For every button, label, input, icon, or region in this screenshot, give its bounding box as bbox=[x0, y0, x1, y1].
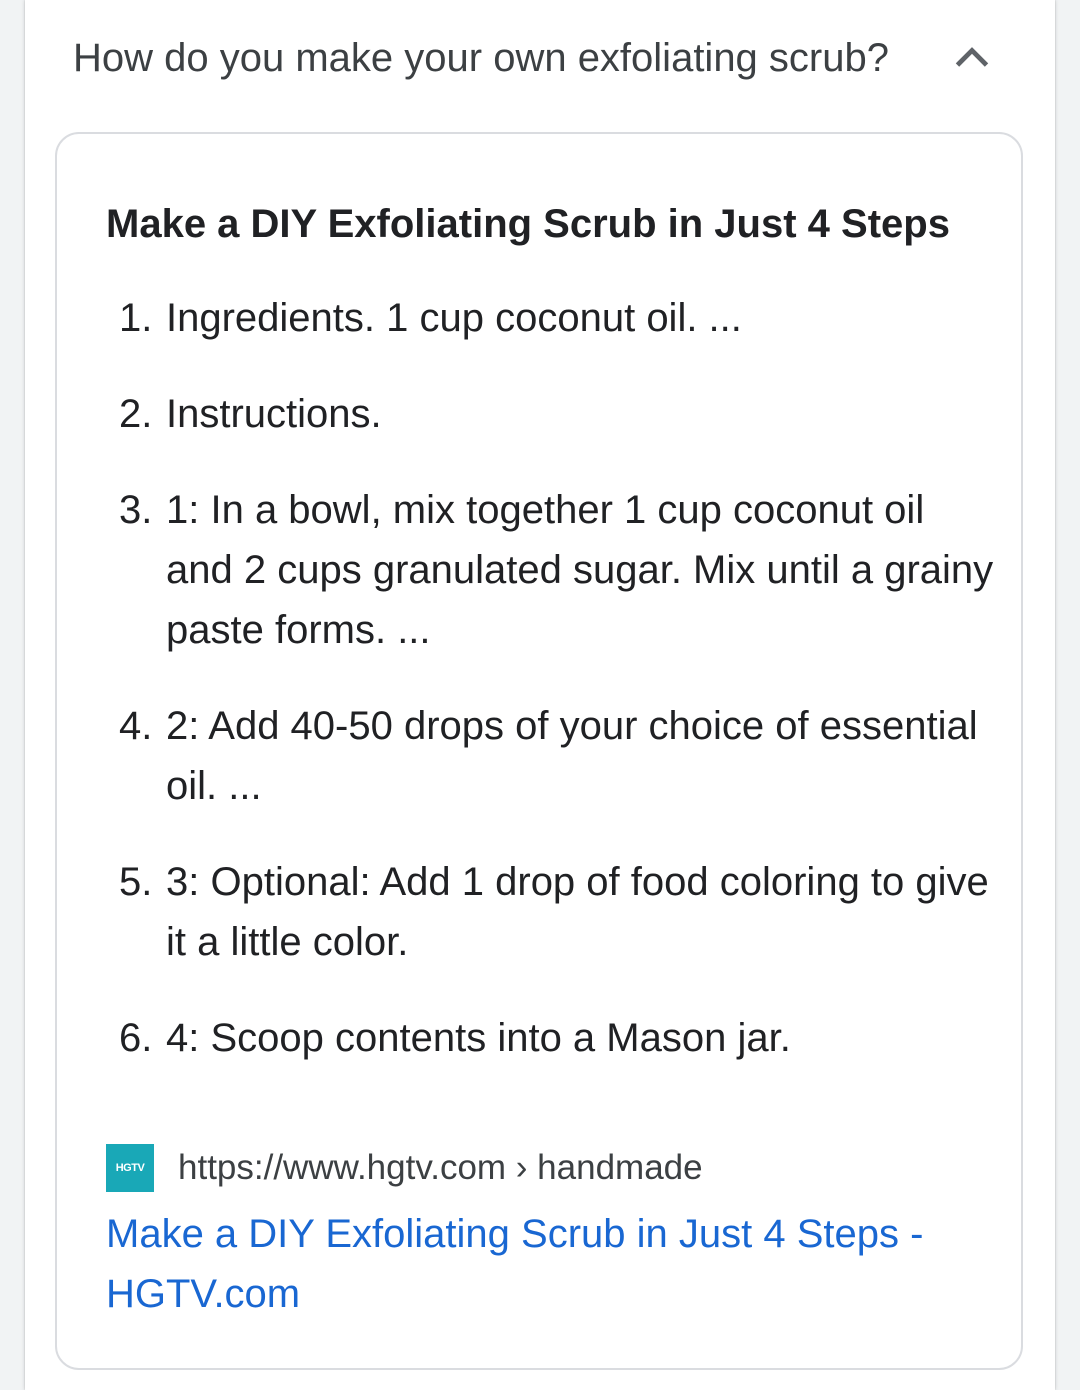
faq-panel: How do you make your own exfoliating scr… bbox=[25, 0, 1055, 1390]
step-number: 6. bbox=[119, 1016, 153, 1060]
step-text: Instructions. bbox=[166, 392, 382, 436]
step-text: 4: Scoop contents into a Mason jar. bbox=[166, 1016, 791, 1060]
source-url[interactable]: https://www.hgtv.com › handmade bbox=[178, 1140, 703, 1196]
step-text: 3: Optional: Add 1 drop of food coloring… bbox=[166, 860, 989, 964]
step-text: 1: In a bowl, mix together 1 cup coconut… bbox=[166, 488, 994, 652]
step-number: 2. bbox=[119, 392, 153, 436]
steps-list: 1. Ingredients. 1 cup coconut oil. ... 2… bbox=[57, 288, 1025, 1104]
list-item: 2. Instructions. bbox=[57, 384, 1025, 444]
list-item: 5. 3: Optional: Add 1 drop of food color… bbox=[57, 852, 1025, 972]
step-number: 5. bbox=[119, 860, 153, 904]
source-row[interactable]: HGTV https://www.hgtv.com › handmade bbox=[106, 1140, 986, 1192]
list-item: 3. 1: In a bowl, mix together 1 cup coco… bbox=[57, 480, 1025, 660]
answer-card: Make a DIY Exfoliating Scrub in Just 4 S… bbox=[55, 132, 1023, 1370]
result-link[interactable]: Make a DIY Exfoliating Scrub in Just 4 S… bbox=[106, 1204, 986, 1324]
snippet-title: Make a DIY Exfoliating Scrub in Just 4 S… bbox=[106, 202, 950, 246]
question-text: How do you make your own exfoliating scr… bbox=[73, 36, 889, 80]
step-text: 2: Add 40-50 drops of your choice of ess… bbox=[166, 704, 978, 808]
question-toggle[interactable]: How do you make your own exfoliating scr… bbox=[25, 0, 1055, 120]
step-text: Ingredients. 1 cup coconut oil. ... bbox=[166, 296, 742, 340]
list-item: 6. 4: Scoop contents into a Mason jar. bbox=[57, 1008, 1025, 1068]
hgtv-favicon-icon: HGTV bbox=[106, 1144, 154, 1192]
list-item: 1. Ingredients. 1 cup coconut oil. ... bbox=[57, 288, 1025, 348]
step-number: 3. bbox=[119, 488, 153, 532]
step-number: 1. bbox=[119, 296, 153, 340]
list-item: 4. 2: Add 40-50 drops of your choice of … bbox=[57, 696, 1025, 816]
step-number: 4. bbox=[119, 704, 153, 748]
chevron-up-icon[interactable] bbox=[950, 34, 994, 78]
